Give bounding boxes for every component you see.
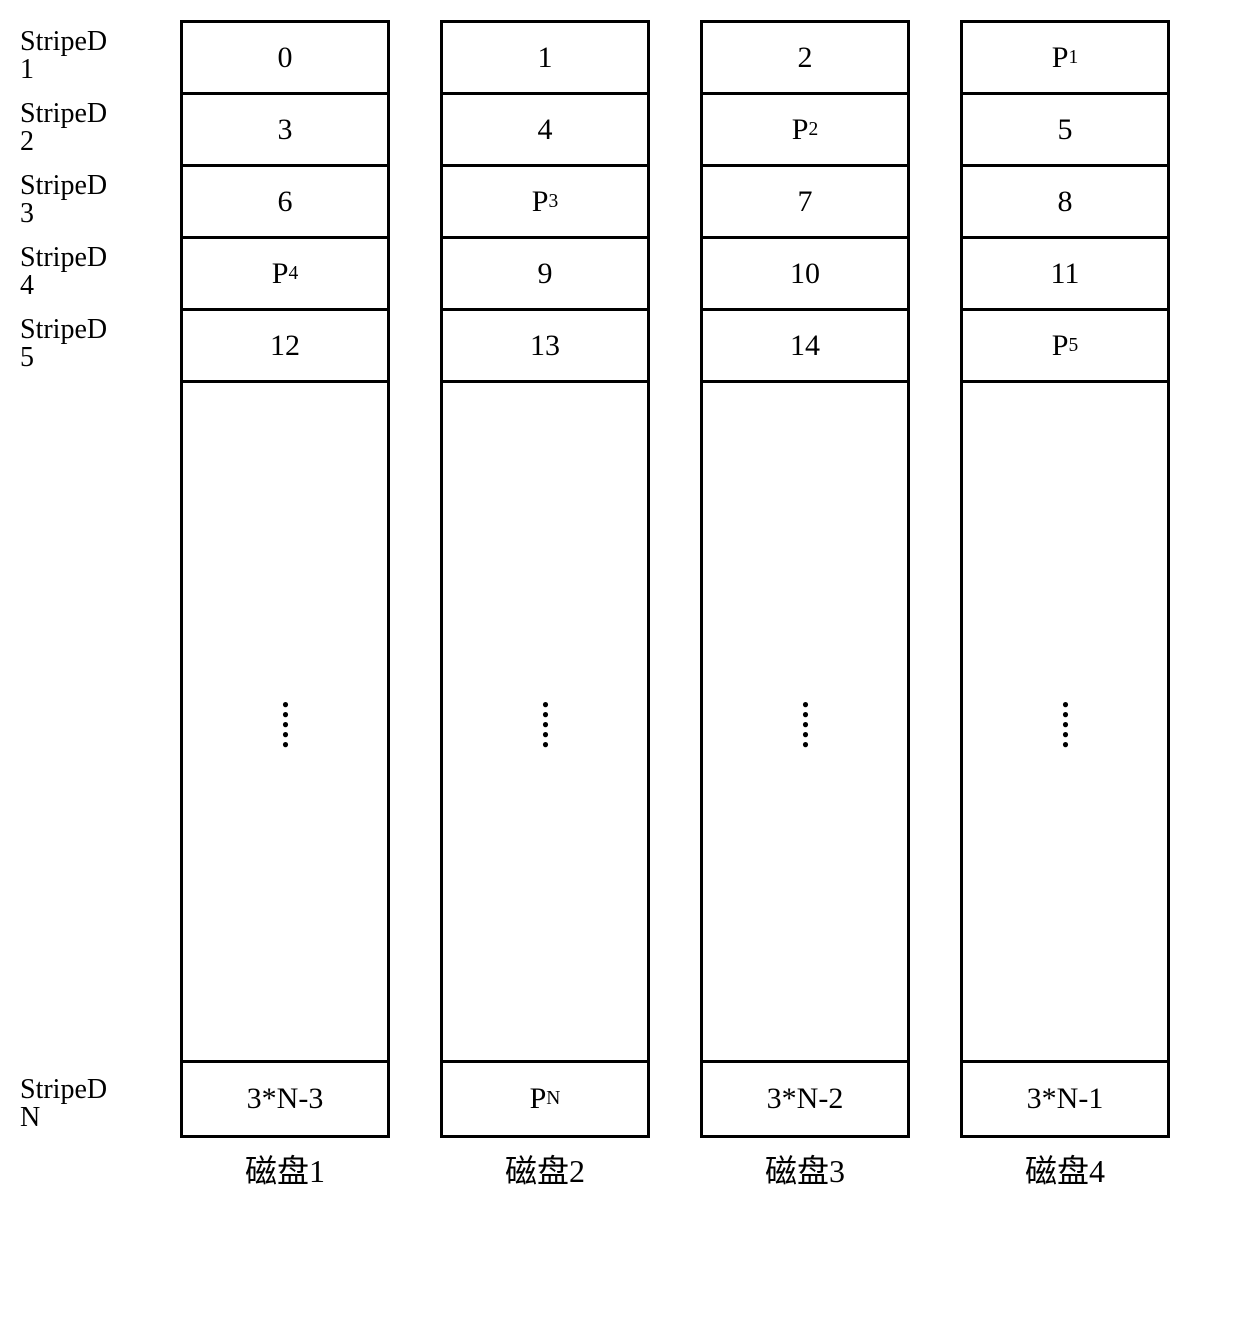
disk-2: 14P3913 ●●●●● PN 磁盘2 bbox=[440, 20, 650, 1192]
cell: 13 bbox=[443, 311, 647, 383]
cell: 14 bbox=[703, 311, 907, 383]
ellipsis-spacer: ●●●●● bbox=[183, 383, 387, 1063]
vertical-dots-icon: ●●●●● bbox=[1058, 697, 1073, 747]
cell: 1 bbox=[443, 23, 647, 95]
cell-last: 3*N-1 bbox=[963, 1063, 1167, 1135]
cell: 7 bbox=[703, 167, 907, 239]
stripe-label-2: StripeD 2 bbox=[20, 92, 180, 164]
disk-4: P15811P5 ●●●●● 3*N-1 磁盘4 bbox=[960, 20, 1170, 1192]
disk-column-2: 14P3913 ●●●●● PN bbox=[440, 20, 650, 1138]
disk-column-3: 2P271014 ●●●●● 3*N-2 bbox=[700, 20, 910, 1138]
cell: 5 bbox=[963, 95, 1167, 167]
cell: P2 bbox=[703, 95, 907, 167]
cell: P4 bbox=[183, 239, 387, 311]
stripe-label-n: StripeD N bbox=[20, 1068, 107, 1140]
disk-label-3: 磁盘3 bbox=[765, 1146, 845, 1192]
stripe-label-4: StripeD 4 bbox=[20, 236, 180, 308]
disk-label-2: 磁盘2 bbox=[505, 1146, 585, 1192]
disk-column-4: P15811P5 ●●●●● 3*N-1 bbox=[960, 20, 1170, 1138]
cell: 6 bbox=[183, 167, 387, 239]
cell: 8 bbox=[963, 167, 1167, 239]
cell: P3 bbox=[443, 167, 647, 239]
cell: 10 bbox=[703, 239, 907, 311]
cell: 11 bbox=[963, 239, 1167, 311]
cell: P5 bbox=[963, 311, 1167, 383]
cell-last: 3*N-3 bbox=[183, 1063, 387, 1135]
cell: 0 bbox=[183, 23, 387, 95]
vertical-dots-icon: ●●●●● bbox=[538, 697, 553, 747]
stripe-label-5: StripeD 5 bbox=[20, 308, 180, 380]
ellipsis-spacer: ●●●●● bbox=[963, 383, 1167, 1063]
cell: 9 bbox=[443, 239, 647, 311]
disk-label-1: 磁盘1 bbox=[245, 1146, 325, 1192]
cell: 3 bbox=[183, 95, 387, 167]
disk-columns: 036P412●●●●●3*N-3磁盘114P3913●●●●●PN磁盘22P2… bbox=[180, 20, 1223, 1192]
stripe-label-3: StripeD 3 bbox=[20, 164, 180, 236]
stripe-labels: StripeD 1 StripeD 2 StripeD 3 StripeD 4 … bbox=[20, 20, 180, 1192]
ellipsis-spacer: ●●●●● bbox=[443, 383, 647, 1063]
disk-column-1: 036P412 ●●●●● 3*N-3 bbox=[180, 20, 390, 1138]
cell: 12 bbox=[183, 311, 387, 383]
cell-last: PN bbox=[443, 1063, 647, 1135]
cell-last: 3*N-2 bbox=[703, 1063, 907, 1135]
disk-3: 2P271014 ●●●●● 3*N-2 磁盘3 bbox=[700, 20, 910, 1192]
vertical-dots-icon: ●●●●● bbox=[278, 697, 293, 747]
label-spacer: StripeD N bbox=[20, 380, 180, 1140]
disk-1: 036P412 ●●●●● 3*N-3 磁盘1 bbox=[180, 20, 390, 1192]
cell: 2 bbox=[703, 23, 907, 95]
cell: 4 bbox=[443, 95, 647, 167]
bottom-pad bbox=[20, 1140, 180, 1192]
cell: P1 bbox=[963, 23, 1167, 95]
disk-label-4: 磁盘4 bbox=[1025, 1146, 1105, 1192]
stripe-label-1: StripeD 1 bbox=[20, 20, 180, 92]
ellipsis-spacer: ●●●●● bbox=[703, 383, 907, 1063]
vertical-dots-icon: ●●●●● bbox=[798, 697, 813, 747]
raid-diagram: StripeD 1 StripeD 2 StripeD 3 StripeD 4 … bbox=[20, 20, 1223, 1192]
